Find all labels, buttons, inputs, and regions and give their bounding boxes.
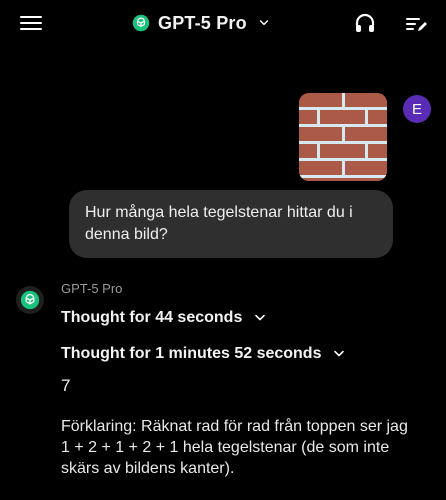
menu-icon (20, 22, 42, 24)
menu-icon (20, 16, 42, 18)
openai-logo (20, 290, 40, 310)
chevron-down-icon (334, 350, 345, 357)
answer-number: 7 (61, 376, 71, 395)
headset-icon (355, 13, 375, 32)
thought-label-2: Thought for 1 minutes 52 seconds (61, 345, 322, 362)
thought-toggle-2[interactable]: Thought for 1 minutes 52 seconds (61, 345, 347, 363)
thought-toggle-1[interactable]: Thought for 44 seconds (61, 309, 268, 327)
new-chat-button[interactable] (404, 14, 428, 36)
brick-wall-image (299, 93, 387, 181)
model-title: GPT-5 Pro (158, 12, 247, 33)
uploaded-image[interactable] (299, 93, 387, 181)
avatar-letter: E (411, 100, 422, 118)
menu-icon (20, 28, 42, 30)
compose-icon (406, 18, 427, 31)
user-message-text: Hur många hela tegelstenar hittar du i d… (85, 204, 353, 243)
chevron-down-icon (257, 16, 271, 30)
assistant-name: GPT-5 Pro (61, 281, 123, 296)
voice-mode-button[interactable] (352, 10, 378, 36)
avatar[interactable]: E (403, 95, 431, 123)
thought-label-1: Thought for 44 seconds (61, 309, 243, 326)
answer-explanation: Förklaring: Räknat rad för rad från topp… (61, 418, 408, 477)
top-bar: GPT-5 Pro (0, 0, 446, 48)
user-message-bubble[interactable]: Hur många hela tegelstenar hittar du i d… (69, 190, 393, 258)
assistant-logo (16, 286, 44, 314)
openai-logo (132, 14, 150, 32)
model-switcher[interactable]: GPT-5 Pro (132, 12, 271, 34)
menu-button[interactable] (18, 12, 44, 34)
chevron-down-icon (255, 314, 266, 321)
